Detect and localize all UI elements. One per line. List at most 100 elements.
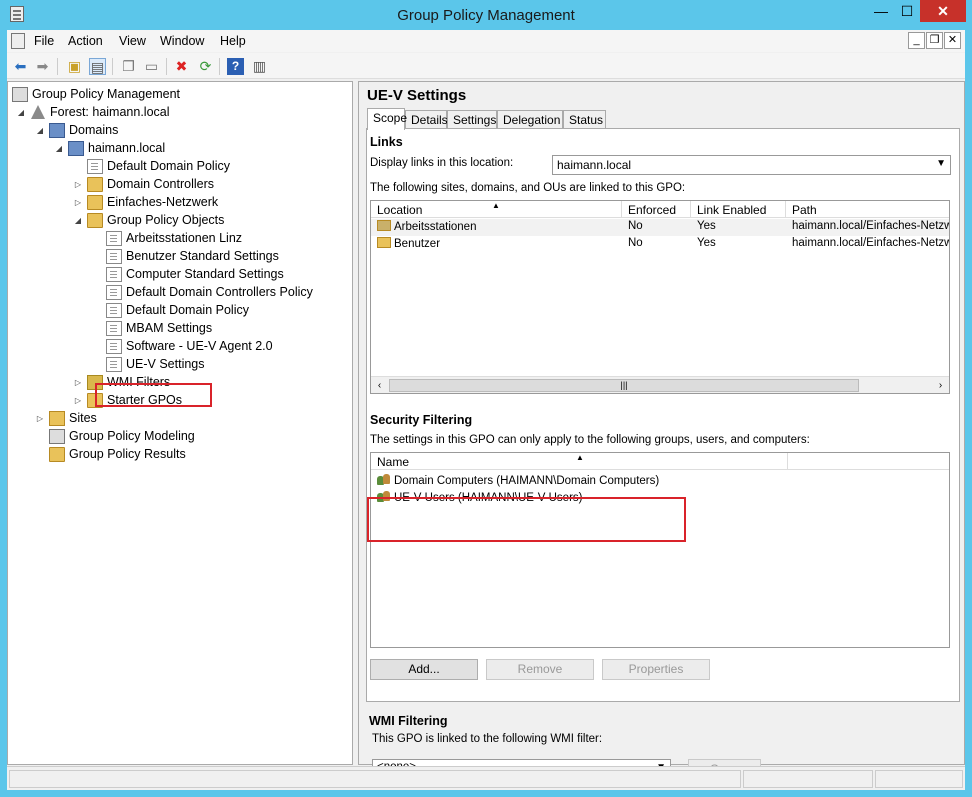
gpo-title: UE-V Settings	[367, 87, 467, 104]
horizontal-scrollbar[interactable]: ‹ ||| ›	[371, 376, 949, 393]
tree-item[interactable]: ▷ Einfaches-Netzwerk	[73, 193, 218, 211]
menu-file[interactable]: File	[34, 34, 54, 48]
tree-item[interactable]: Computer Standard Settings	[92, 265, 284, 283]
tree-item-label: Einfaches-Netzwerk	[107, 195, 219, 209]
expander-icon[interactable]: ▷	[73, 198, 83, 207]
expander-icon[interactable]: ◢	[73, 216, 83, 225]
links-table[interactable]: Location ▲ Enforced Link Enabled Path Ar…	[370, 200, 950, 394]
expander-icon[interactable]: ◢	[54, 144, 64, 153]
mdi-close-button[interactable]: ✕	[944, 32, 961, 49]
copy-icon[interactable]: ❐	[120, 58, 137, 75]
expander-icon[interactable]: ◢	[16, 108, 26, 117]
column-path[interactable]: Path	[786, 201, 949, 218]
gpo-icon	[106, 248, 122, 264]
menu-action[interactable]: Action	[68, 34, 103, 48]
toolbar: ⬅ ➡ ▣ ▤ ❐ ▭ ✖ ⟳ ? ▥	[7, 53, 965, 79]
tree-item[interactable]: ▷ Sites	[35, 409, 97, 427]
domain-icon	[68, 140, 84, 156]
security-filtering-list[interactable]: Name ▲ Domain Computers (HAIMANN\Domain …	[370, 452, 950, 648]
delete-icon[interactable]: ✖	[173, 58, 190, 75]
status-segment	[743, 770, 873, 788]
list-item[interactable]: Domain Computers (HAIMANN\Domain Compute…	[371, 472, 949, 489]
tab-settings[interactable]: Settings	[447, 110, 497, 128]
tree-item-label: Domain Controllers	[107, 177, 214, 191]
add-button[interactable]: Add...	[370, 659, 478, 680]
tree-item-label: Sites	[69, 411, 97, 425]
close-button[interactable]: ✕	[920, 0, 966, 22]
tree-item[interactable]: ◢ haimann.local	[54, 139, 165, 157]
tree-item-selected[interactable]: UE-V Settings	[92, 355, 205, 373]
mmc-icon[interactable]	[11, 33, 25, 49]
tree-item[interactable]: MBAM Settings	[92, 319, 212, 337]
gpo-icon	[106, 284, 122, 300]
tree-item[interactable]: Software - UE-V Agent 2.0	[92, 337, 273, 355]
expander-icon[interactable]: ▷	[73, 396, 83, 405]
remove-button[interactable]: Remove	[486, 659, 594, 680]
annotation-highlight	[367, 497, 686, 542]
tree-item[interactable]: ◢ Domains	[35, 121, 118, 139]
enforced-cell: No	[628, 220, 643, 232]
app-window: Group Policy Management — ☐ ✕ File Actio…	[0, 0, 972, 797]
help-icon[interactable]: ?	[227, 58, 244, 75]
paste-icon[interactable]: ▭	[143, 58, 160, 75]
users-group-icon	[377, 473, 391, 486]
tree-item-label: Default Domain Policy	[126, 303, 249, 317]
expander-icon[interactable]: ▷	[73, 378, 83, 387]
gpo-icon	[106, 320, 122, 336]
expander-icon[interactable]: ▷	[35, 414, 45, 423]
sort-up-icon: ▲	[576, 453, 584, 462]
up-folder-icon[interactable]: ▣	[66, 58, 83, 75]
tree-item[interactable]: Default Domain Controllers Policy	[92, 283, 313, 301]
maximize-button[interactable]: ☐	[894, 0, 920, 22]
tab-details[interactable]: Details	[405, 110, 448, 128]
modeling-icon	[49, 428, 65, 444]
location-cell: Benutzer	[377, 237, 440, 250]
tree-item[interactable]: ◢ Group Policy Objects	[73, 211, 224, 229]
tree-item-label: Group Policy Management	[32, 87, 180, 101]
tree-item[interactable]: Group Policy Results	[35, 445, 186, 463]
status-bar	[7, 766, 965, 790]
results-icon	[49, 446, 65, 462]
tab-status[interactable]: Status	[563, 110, 606, 128]
tree-item[interactable]: Group Policy Modeling	[35, 427, 195, 445]
tree-item[interactable]: ▷ Domain Controllers	[73, 175, 214, 193]
back-arrow-icon[interactable]: ⬅	[12, 58, 29, 75]
menu-view[interactable]: View	[119, 34, 146, 48]
column-enforced[interactable]: Enforced	[622, 201, 691, 218]
mdi-restore-button[interactable]: ❐	[926, 32, 943, 49]
refresh-icon[interactable]: ⟳	[197, 58, 214, 75]
scroll-left-icon[interactable]: ‹	[371, 377, 388, 393]
tree-item[interactable]: Arbeitsstationen Linz	[92, 229, 242, 247]
tree-item[interactable]: ◢ Forest: haimann.local	[16, 103, 170, 121]
column-link-enabled[interactable]: Link Enabled	[691, 201, 786, 218]
menu-window[interactable]: Window	[160, 34, 204, 48]
properties-pane-icon[interactable]: ▥	[251, 58, 268, 75]
scrollbar-thumb[interactable]: |||	[389, 379, 859, 392]
tree-item[interactable]: Benutzer Standard Settings	[92, 247, 279, 265]
tree-item-label: Domains	[69, 123, 119, 137]
table-row[interactable]: Arbeitsstationen No Yes haimann.local/Ei…	[371, 219, 949, 236]
mdi-minimize-button[interactable]: _	[908, 32, 925, 49]
sort-up-icon: ▲	[492, 201, 500, 210]
expander-icon[interactable]: ▷	[73, 180, 83, 189]
tab-delegation[interactable]: Delegation	[497, 110, 563, 128]
properties-button[interactable]: Properties	[602, 659, 710, 680]
gpo-icon	[106, 266, 122, 282]
link-enabled-cell: Yes	[697, 237, 716, 249]
scroll-right-icon[interactable]: ›	[932, 377, 949, 393]
toolbar-separator	[219, 58, 220, 75]
expander-icon[interactable]: ◢	[35, 126, 45, 135]
group-name: Domain Computers (HAIMANN\Domain Compute…	[394, 475, 660, 487]
table-row[interactable]: Benutzer No Yes haimann.local/Einfaches-…	[371, 236, 949, 253]
minimize-button[interactable]: —	[868, 0, 894, 22]
forward-arrow-icon[interactable]: ➡	[34, 58, 51, 75]
menu-help[interactable]: Help	[220, 34, 246, 48]
links-table-header: Location ▲ Enforced Link Enabled Path	[371, 201, 949, 218]
title-bar[interactable]: Group Policy Management — ☐ ✕	[0, 0, 972, 30]
show-hide-tree-icon[interactable]: ▤	[89, 58, 106, 75]
tree-item[interactable]: Default Domain Policy	[92, 301, 249, 319]
location-dropdown[interactable]: haimann.local ▼	[552, 155, 951, 175]
tree-item[interactable]: Default Domain Policy	[73, 157, 230, 175]
tab-scope[interactable]: Scope	[367, 108, 407, 130]
tree-item[interactable]: Group Policy Management	[12, 85, 180, 103]
